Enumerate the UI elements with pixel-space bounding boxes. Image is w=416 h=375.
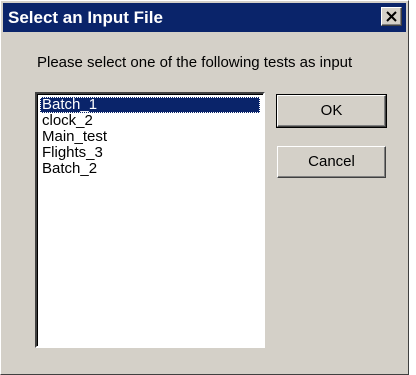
close-icon (386, 11, 397, 22)
test-listbox[interactable]: Batch_1 clock_2 Main_test Flights_3 Batc… (35, 92, 265, 348)
list-item[interactable]: Batch_2 (40, 161, 260, 177)
title-bar[interactable]: Select an Input File (3, 3, 406, 32)
cancel-button[interactable]: Cancel (277, 146, 386, 178)
list-item[interactable]: Main_test (40, 129, 260, 145)
list-item[interactable]: clock_2 (40, 113, 260, 129)
dialog-title: Select an Input File (8, 8, 163, 27)
list-item[interactable]: Flights_3 (40, 145, 260, 161)
test-list: Batch_1 clock_2 Main_test Flights_3 Batc… (40, 97, 260, 177)
instruction-text: Please select one of the following tests… (37, 54, 353, 71)
ok-button[interactable]: OK (276, 94, 387, 128)
select-input-file-dialog: Select an Input File Please select one o… (0, 0, 409, 375)
close-button[interactable] (381, 7, 402, 26)
list-item[interactable]: Batch_1 (40, 97, 260, 113)
